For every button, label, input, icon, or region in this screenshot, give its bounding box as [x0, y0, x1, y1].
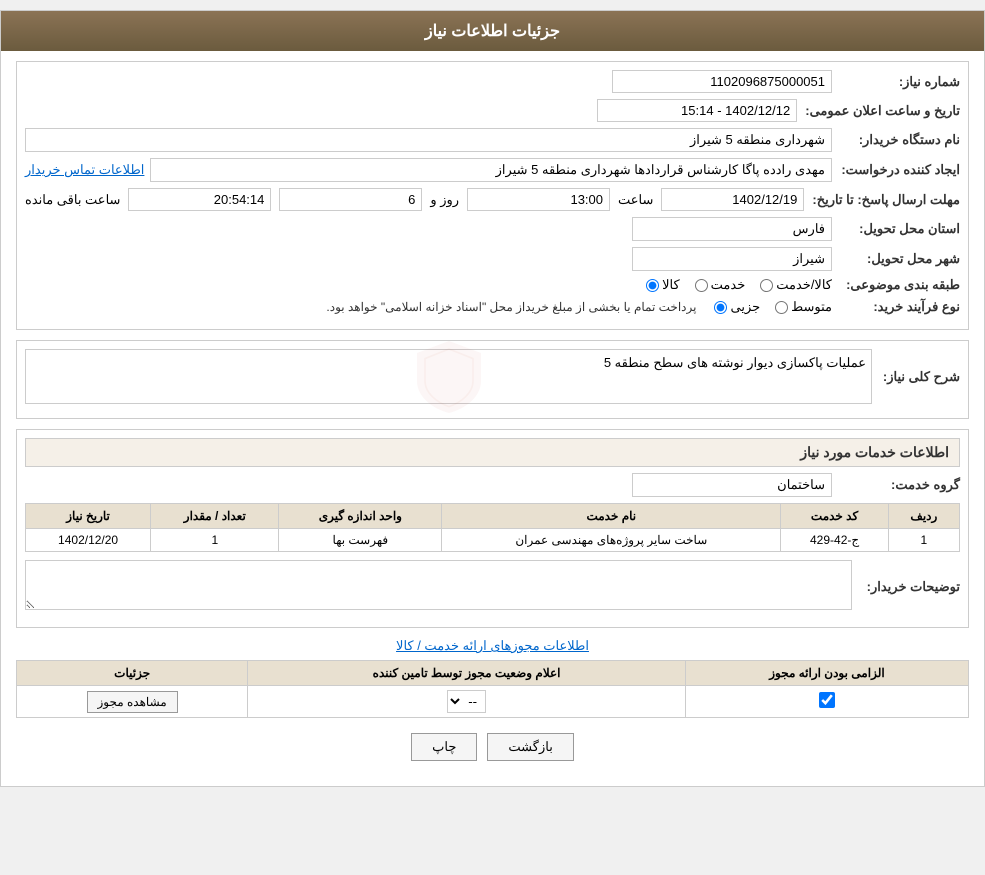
services-table: ردیف کد خدمت نام خدمت واحد اندازه گیری ت…	[25, 503, 960, 552]
category-radio-khedmat[interactable]	[695, 279, 708, 292]
deadline-remaining: 20:54:14	[128, 188, 271, 211]
category-label-kala-khedmat: کالا/خدمت	[776, 277, 832, 293]
perm-supplier-status-cell[interactable]: --	[248, 686, 686, 718]
perm-col-required: الزامی بودن ارائه مجوز	[685, 661, 968, 686]
purchase-type-label-motawaset: متوسط	[791, 299, 832, 315]
province-value: فارس	[632, 217, 832, 241]
category-row: طبقه بندی موضوعی: کالا/خدمت خدمت کالا	[25, 277, 960, 293]
permissions-section: اطلاعات مجوزهای ارائه خدمت / کالا الزامی…	[16, 638, 969, 718]
creator-value: مهدی رادده پاگا کارشناس قراردادها شهردار…	[150, 158, 832, 182]
col-quantity: تعداد / مقدار	[151, 504, 279, 529]
col-service-name: نام خدمت	[442, 504, 781, 529]
date-time-row: تاریخ و ساعت اعلان عمومی: 1402/12/12 - 1…	[25, 99, 960, 122]
cell-service-code: ج-42-429	[781, 529, 888, 552]
button-group: بازگشت چاپ	[16, 733, 969, 761]
service-group-label: گروه خدمت:	[840, 477, 960, 493]
permissions-table: الزامی بودن ارائه مجوز اعلام وضعیت مجوز …	[16, 660, 969, 718]
view-permit-button[interactable]: مشاهده مجوز	[87, 691, 178, 713]
buyer-notes-label: توضیحات خریدار:	[860, 579, 960, 595]
date-time-label: تاریخ و ساعت اعلان عمومی:	[805, 103, 960, 119]
city-value: شیراز	[632, 247, 832, 271]
need-number-label: شماره نیاز:	[840, 74, 960, 90]
category-label: طبقه بندی موضوعی:	[840, 277, 960, 293]
need-number-row: شماره نیاز: 1102096875000051	[25, 70, 960, 93]
city-row: شهر محل تحویل: شیراز	[25, 247, 960, 271]
purchase-type-radio-group: متوسط جزیی	[714, 299, 832, 315]
city-label: شهر محل تحویل:	[840, 251, 960, 267]
category-label-kala: کالا	[662, 277, 680, 293]
perm-required-cell	[685, 686, 968, 718]
perm-supplier-status-select[interactable]: --	[447, 690, 486, 713]
purchase-type-note: پرداخت تمام یا بخشی از مبلغ خریداز محل "…	[326, 300, 696, 314]
deadline-time-label: ساعت	[618, 192, 653, 208]
service-group-row: گروه خدمت: ساختمان	[25, 473, 960, 497]
date-time-value: 1402/12/12 - 15:14	[597, 99, 797, 122]
list-item: -- مشاهده مجوز	[17, 686, 969, 718]
cell-unit: فهرست بها	[279, 529, 442, 552]
perm-col-supplier-status: اعلام وضعیت مجوز توسط تامین کننده	[248, 661, 686, 686]
back-button[interactable]: بازگشت	[487, 733, 573, 761]
need-description-row: شرح کلی نیاز: عملیات پاکسازی دیوار نوشته…	[25, 349, 960, 404]
perm-required-checkbox[interactable]	[819, 692, 835, 708]
purchase-type-radio-motawaset[interactable]	[775, 301, 788, 314]
buyer-org-value: شهرداری منطقه 5 شیراز	[25, 128, 832, 152]
deadline-time: 13:00	[467, 188, 610, 211]
province-row: استان محل تحویل: فارس	[25, 217, 960, 241]
purchase-type-option-motawaset[interactable]: متوسط	[775, 299, 832, 315]
category-radio-kala-khedmat[interactable]	[760, 279, 773, 292]
cell-row-num: 1	[888, 529, 959, 552]
buyer-org-row: نام دستگاه خریدار: شهرداری منطقه 5 شیراز	[25, 128, 960, 152]
province-label: استان محل تحویل:	[840, 221, 960, 237]
need-description-area: عملیات پاکسازی دیوار نوشته های سطح منطقه…	[25, 349, 872, 404]
need-number-value: 1102096875000051	[612, 70, 832, 93]
services-section: اطلاعات خدمات مورد نیاز گروه خدمت: ساختم…	[16, 429, 969, 628]
deadline-days: 6	[279, 188, 422, 211]
perm-details-cell: مشاهده مجوز	[17, 686, 248, 718]
services-section-title: اطلاعات خدمات مورد نیاز	[25, 438, 960, 467]
purchase-type-label-jozei: جزیی	[730, 299, 760, 315]
table-row: 1 ج-42-429 ساخت سایر پروژه‌های مهندسی عم…	[26, 529, 960, 552]
buyer-org-label: نام دستگاه خریدار:	[840, 132, 960, 148]
col-need-date: تاریخ نیاز	[26, 504, 151, 529]
service-group-value: ساختمان	[632, 473, 832, 497]
buyer-notes-area	[25, 560, 852, 613]
buyer-notes-textarea[interactable]	[25, 560, 852, 610]
deadline-row: مهلت ارسال پاسخ: تا تاریخ: 1402/12/19 سا…	[25, 188, 960, 211]
page-title: جزئیات اطلاعات نیاز	[425, 23, 560, 40]
buyer-contact-link[interactable]: اطلاعات تماس خریدار	[25, 162, 144, 178]
cell-quantity: 1	[151, 529, 279, 552]
cell-service-name: ساخت سایر پروژه‌های مهندسی عمران	[442, 529, 781, 552]
cell-need-date: 1402/12/20	[26, 529, 151, 552]
need-description-label: شرح کلی نیاز:	[880, 369, 960, 385]
page-header: جزئیات اطلاعات نیاز	[1, 11, 984, 51]
permissions-title[interactable]: اطلاعات مجوزهای ارائه خدمت / کالا	[16, 638, 969, 654]
category-radio-group: کالا/خدمت خدمت کالا	[646, 277, 832, 293]
col-service-code: کد خدمت	[781, 504, 888, 529]
creator-row: ایجاد کننده درخواست: مهدی رادده پاگا کار…	[25, 158, 960, 182]
category-radio-kala[interactable]	[646, 279, 659, 292]
main-info-section: شماره نیاز: 1102096875000051 تاریخ و ساع…	[16, 61, 969, 330]
deadline-days-label: روز و	[430, 192, 459, 208]
category-option-kala[interactable]: کالا	[646, 277, 680, 293]
category-option-khedmat[interactable]: خدمت	[695, 277, 746, 293]
perm-col-details: جزئیات	[17, 661, 248, 686]
purchase-type-label: نوع فرآیند خرید:	[840, 299, 960, 315]
purchase-type-radio-jozei[interactable]	[714, 301, 727, 314]
creator-label: ایجاد کننده درخواست:	[840, 162, 960, 178]
deadline-label: مهلت ارسال پاسخ: تا تاریخ:	[812, 192, 960, 208]
print-button[interactable]: چاپ	[411, 733, 477, 761]
buyer-notes-row: توضیحات خریدار:	[25, 560, 960, 613]
purchase-type-row: نوع فرآیند خرید: متوسط جزیی پرداخت تمام …	[25, 299, 960, 315]
need-description-section: شرح کلی نیاز: عملیات پاکسازی دیوار نوشته…	[16, 340, 969, 419]
col-row-num: ردیف	[888, 504, 959, 529]
purchase-type-option-jozei[interactable]: جزیی	[714, 299, 760, 315]
category-option-kala-khedmat[interactable]: کالا/خدمت	[760, 277, 832, 293]
deadline-remaining-label: ساعت باقی مانده	[25, 192, 120, 208]
category-label-khedmat: خدمت	[711, 277, 746, 293]
deadline-date: 1402/12/19	[661, 188, 804, 211]
col-unit: واحد اندازه گیری	[279, 504, 442, 529]
